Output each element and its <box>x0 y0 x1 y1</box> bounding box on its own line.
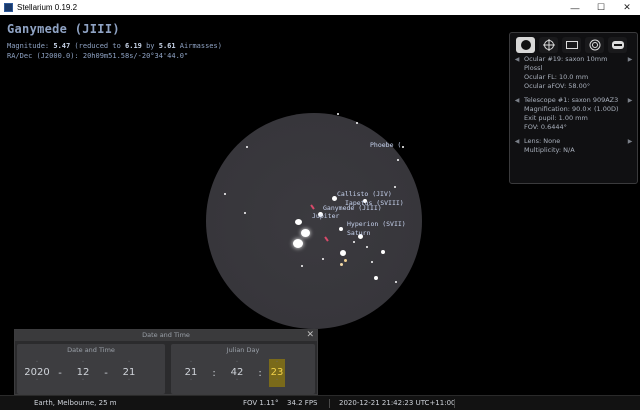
airmasses-value: 5.61 <box>158 42 176 50</box>
status-divider <box>329 399 330 408</box>
next-lens-icon[interactable]: ▶ <box>623 137 637 146</box>
status-divider <box>454 399 455 408</box>
star <box>395 281 397 283</box>
window-title-bar: Stellarium 0.19.2 — ☐ ✕ <box>0 0 640 15</box>
label-saturn: Saturn <box>347 229 371 237</box>
star <box>337 113 339 115</box>
second-spinbox[interactable]: 23 <box>269 350 285 395</box>
close-button[interactable]: ✕ <box>614 0 640 15</box>
ocular-fov-circle: Phoebe ( Callisto (JIV) Iapetus (SVIII) … <box>206 113 422 329</box>
star <box>402 146 404 148</box>
window-title: Stellarium 0.19.2 <box>17 3 78 12</box>
star <box>371 261 373 263</box>
telescope-row: ◀ Telescope #1: saxon 909AZ3 ▶ <box>510 96 637 105</box>
telescope-name: Telescope #1: saxon 909AZ3 <box>524 96 619 104</box>
minute-spinbox[interactable]: 42 <box>223 350 251 395</box>
sky-view[interactable]: Ganymede (JIII) Magnitude: 5.47 (reduced… <box>0 15 640 395</box>
dialog-close-icon[interactable]: ✕ <box>306 330 314 341</box>
status-bar: Earth, Melbourne, 25 m FOV 1.11° 34.2 FP… <box>0 395 640 410</box>
prev-telescope-icon[interactable]: ◀ <box>510 96 524 105</box>
status-datetime: 2020-12-21 21:42:23 UTC+11:00 <box>339 399 456 407</box>
prev-lens-icon[interactable]: ◀ <box>510 137 524 146</box>
label-callisto: Callisto (JIV) <box>337 190 392 198</box>
settings-icon[interactable] <box>608 37 627 53</box>
star <box>356 122 358 124</box>
star <box>374 276 378 280</box>
star <box>295 219 302 225</box>
label-jupiter: Jupiter <box>312 212 340 220</box>
airmasses-suffix: Airmasses) <box>175 42 222 50</box>
ocular-view-icon[interactable] <box>516 37 535 53</box>
ocular-row: ◀ Ocular #19: saxon 10mm Plossl ▶ <box>510 55 637 73</box>
reduced-value: 6.19 <box>125 42 142 50</box>
oculars-panel: ◀ Ocular #19: saxon 10mm Plossl ▶ Ocular… <box>509 32 638 184</box>
object-magnitude: Magnitude: 5.47 (reduced to 6.19 by 5.61… <box>7 42 222 50</box>
star <box>246 146 248 148</box>
by-text: by <box>141 42 159 50</box>
telrad-icon[interactable] <box>585 37 604 53</box>
ocular-fl: Ocular FL: 10.0 mm <box>524 73 589 81</box>
minimize-button[interactable]: — <box>562 0 588 15</box>
star <box>340 263 343 266</box>
star <box>293 239 303 248</box>
magnification: Magnification: 90.0× (1.00D) <box>524 105 619 113</box>
status-fps: 34.2 FPS <box>287 399 318 407</box>
magnitude-label: Magnitude: <box>7 42 54 50</box>
magnitude-value: 5.47 <box>53 42 71 50</box>
oculars-toolbar <box>510 33 637 55</box>
window-controls: — ☐ ✕ <box>562 0 640 15</box>
day-spinbox[interactable]: 21 <box>115 350 143 395</box>
hour-spinbox[interactable]: 21 <box>177 350 205 395</box>
crosshair-icon[interactable] <box>539 37 558 53</box>
exit-pupil: Exit pupil: 1.00 mm <box>524 114 588 122</box>
date-time-group: Date and Time 2020 - 12 - 21 <box>17 344 165 395</box>
reduced-prefix: (reduced to <box>70 42 126 50</box>
ocular-afov: Ocular aFOV: 58.00° <box>524 82 591 90</box>
maximize-button[interactable]: ☐ <box>588 0 614 15</box>
star <box>340 250 346 256</box>
star <box>244 212 246 214</box>
star <box>366 246 368 248</box>
star <box>353 241 355 243</box>
object-radec: RA/Dec (J2000.0): 20h09m51.58s/-20°34'44… <box>7 52 189 60</box>
status-location: Earth, Melbourne, 25 m <box>34 399 117 407</box>
prev-ocular-icon[interactable]: ◀ <box>510 55 524 73</box>
lens-name: Lens: None <box>524 137 561 145</box>
star <box>344 259 347 262</box>
satellite-trail-marker <box>310 204 315 210</box>
star <box>397 159 399 161</box>
status-fov: FOV 1.11° <box>243 399 279 407</box>
dialog-title-bar[interactable]: Date and Time ✕ <box>15 330 317 341</box>
ocular-name: Ocular #19: saxon 10mm Plossl <box>524 55 608 72</box>
label-ganymede: Ganymede (JIII) <box>323 204 382 212</box>
stellarium-app-icon <box>4 3 13 12</box>
fov-value: FOV: 0.6444° <box>524 123 567 131</box>
satellite-trail-marker <box>324 236 329 242</box>
star <box>394 186 396 188</box>
label-hyperion: Hyperion (SVII) <box>347 220 406 228</box>
next-telescope-icon[interactable]: ▶ <box>623 96 637 105</box>
object-name: Ganymede (JIII) <box>7 22 120 36</box>
next-ocular-icon[interactable]: ▶ <box>623 55 637 73</box>
star <box>224 193 226 195</box>
julian-day-group: Julian Day 21 : 42 : 23 <box>171 344 315 395</box>
multiplicity: Multiplicity: N/A <box>524 146 575 154</box>
star <box>301 229 310 237</box>
star <box>339 227 343 231</box>
lens-row: ◀ Lens: None ▶ <box>510 137 637 146</box>
ccd-frame-icon[interactable] <box>562 37 581 53</box>
star <box>381 250 385 254</box>
dialog-title: Date and Time <box>142 331 190 339</box>
date-time-dialog: Date and Time ✕ Date and Time 2020 - 12 … <box>14 329 318 395</box>
year-spinbox[interactable]: 2020 <box>23 350 51 395</box>
label-phoebe: Phoebe ( <box>370 141 402 149</box>
star <box>322 258 324 260</box>
month-spinbox[interactable]: 12 <box>69 350 97 395</box>
star <box>301 265 303 267</box>
